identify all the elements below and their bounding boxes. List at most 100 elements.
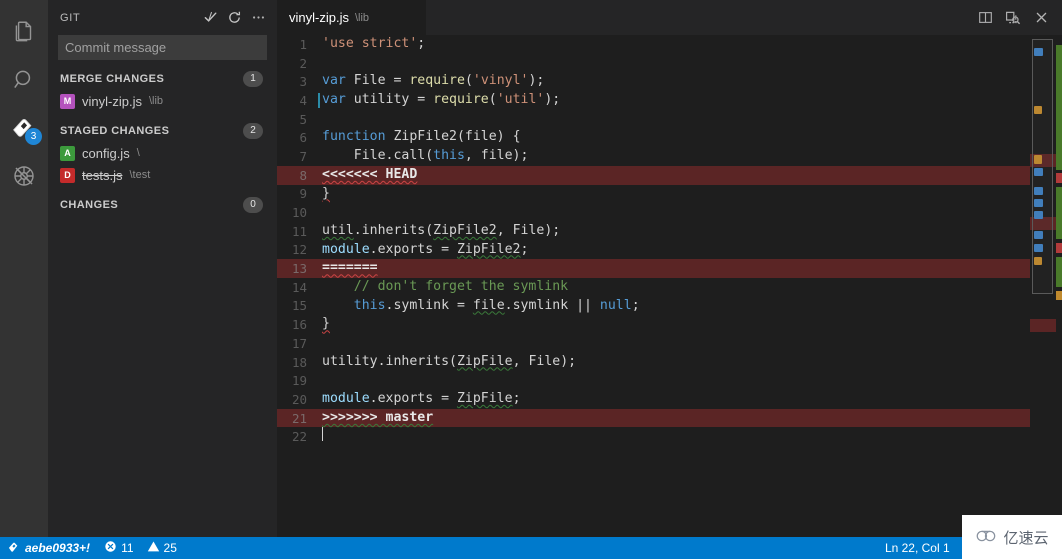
editor-tab-bar: vinyl-zip.js \lib [277,0,1062,35]
code-text: module.exports = ZipFile2; [319,241,1030,260]
open-changes-icon[interactable] [1000,5,1026,31]
line-number: 19 [277,373,307,388]
tab-bar-spacer [427,0,972,35]
code-line[interactable]: 22 [277,427,1030,446]
activity-item-explorer[interactable] [0,8,48,56]
activity-item-search[interactable] [0,56,48,104]
tab-vinyl-zip-js[interactable]: vinyl-zip.js \lib [277,0,427,35]
workbench-body: 3 GIT [0,0,1062,537]
split-editor-icon[interactable] [972,5,998,31]
group-header-staged-changes[interactable]: STAGED CHANGES 2 [48,120,277,142]
line-number: 4 [277,93,307,108]
code-line[interactable]: 10 [277,203,1030,222]
close-editor-icon[interactable] [1028,5,1054,31]
sidebar-actions [199,7,269,29]
code-line[interactable]: 17 [277,334,1030,353]
commit-box [48,35,277,60]
cursor-marker [318,93,320,108]
file-name: tests.js [82,168,122,183]
line-number: 9 [277,186,307,201]
file-path: \ [137,147,140,159]
status-problems[interactable]: 11 25 [97,537,184,559]
commit-message-input[interactable] [58,35,267,60]
group-header-changes[interactable]: CHANGES 0 [48,194,277,216]
code-text: var File = require('vinyl'); [319,72,1030,91]
sidebar-source-control: GIT [48,0,277,537]
code-line[interactable]: 2 [277,54,1030,73]
group-count-badge: 1 [243,71,263,87]
line-number: 22 [277,429,307,444]
line-number: 7 [277,149,307,164]
code-line[interactable]: 14 // don't forget the symlink [277,278,1030,297]
status-cursor-position[interactable]: Ln 22, Col 1 [878,537,957,559]
tab-description: \lib [355,12,369,24]
code-text: var utility = require('util'); [319,91,1030,110]
list-item[interactable]: A config.js \ [48,142,277,164]
status-bar: aebe0933+! 11 25 Ln [0,537,1062,559]
code-text: ======= [319,259,1030,278]
group-title: CHANGES [60,199,243,211]
code-text: File.call(this, file); [319,147,1030,166]
list-item[interactable]: M vinyl-zip.js \lib [48,90,277,112]
status-bar-left: aebe0933+! 11 25 [0,537,878,559]
status-badge: D [60,168,75,183]
code-text: // don't forget the symlink [319,278,1030,297]
warning-count: 25 [164,541,177,555]
code-line[interactable]: 21>>>>>>> master [277,409,1030,428]
overview-ruler[interactable] [1056,35,1062,537]
editor-group: vinyl-zip.js \lib [277,0,1062,537]
more-actions-icon[interactable] [247,7,269,29]
code-line[interactable]: 8<<<<<<< HEAD [277,166,1030,185]
code-line[interactable]: 15 this.symlink = file.symlink || null; [277,297,1030,316]
code-line[interactable]: 3var File = require('vinyl'); [277,72,1030,91]
code-line[interactable]: 9} [277,185,1030,204]
code-line[interactable]: 20module.exports = ZipFile; [277,390,1030,409]
line-number: 1 [277,37,307,52]
text-cursor [322,427,323,441]
code-line[interactable]: 19 [277,371,1030,390]
code-lines[interactable]: 1'use strict'; 23var File = require('viny… [277,35,1030,537]
error-count: 11 [121,541,133,555]
code-line[interactable]: 5 [277,110,1030,129]
watermark-overlay: 亿速云 [962,515,1062,559]
minimap-slider[interactable] [1032,39,1053,294]
sidebar-title: GIT [60,12,199,24]
line-number: 13 [277,261,307,276]
code-line[interactable]: 18utility.inherits(ZipFile, File); [277,353,1030,372]
code-line[interactable]: 13 ======= [277,259,1030,278]
group-header-merge-changes[interactable]: MERGE CHANGES 1 [48,68,277,90]
list-item[interactable]: D tests.js \test [48,164,277,186]
commit-checkmark-icon[interactable] [199,7,221,29]
code-text: module.exports = ZipFile; [319,390,1030,409]
code-text: } [319,315,1030,334]
line-number: 2 [277,56,307,71]
code-editor[interactable]: 1'use strict'; 23var File = require('viny… [277,35,1062,537]
code-text: this.symlink = file.symlink || null; [319,297,1030,316]
status-badge: M [60,94,75,109]
line-number: 15 [277,298,307,313]
status-badge: A [60,146,75,161]
error-icon [104,540,117,556]
code-line[interactable]: 16} [277,315,1030,334]
activity-item-debug[interactable] [0,152,48,200]
code-line[interactable]: 4 var utility = require('util'); [277,91,1030,110]
file-path: \lib [149,95,163,107]
minimap[interactable] [1030,35,1056,537]
group-title: MERGE CHANGES [60,73,243,85]
group-count-badge: 0 [243,197,263,213]
line-number: 14 [277,280,307,295]
code-line[interactable]: 11util.inherits(ZipFile2, File); [277,222,1030,241]
code-line[interactable]: 12 module.exports = ZipFile2; [277,241,1030,260]
code-line[interactable]: 7 File.call(this, file); [277,147,1030,166]
code-text: } [319,185,1030,204]
search-icon [11,67,37,93]
code-line[interactable]: 6function ZipFile2(file) { [277,128,1030,147]
status-branch[interactable]: aebe0933+! [0,537,97,559]
group-count-badge: 2 [243,123,263,139]
source-control-badge: 3 [25,128,42,145]
refresh-icon[interactable] [223,7,245,29]
warning-icon [147,540,160,556]
code-line[interactable]: 1'use strict'; [277,35,1030,54]
activity-item-source-control[interactable]: 3 [0,104,48,152]
line-number: 12 [277,242,307,257]
